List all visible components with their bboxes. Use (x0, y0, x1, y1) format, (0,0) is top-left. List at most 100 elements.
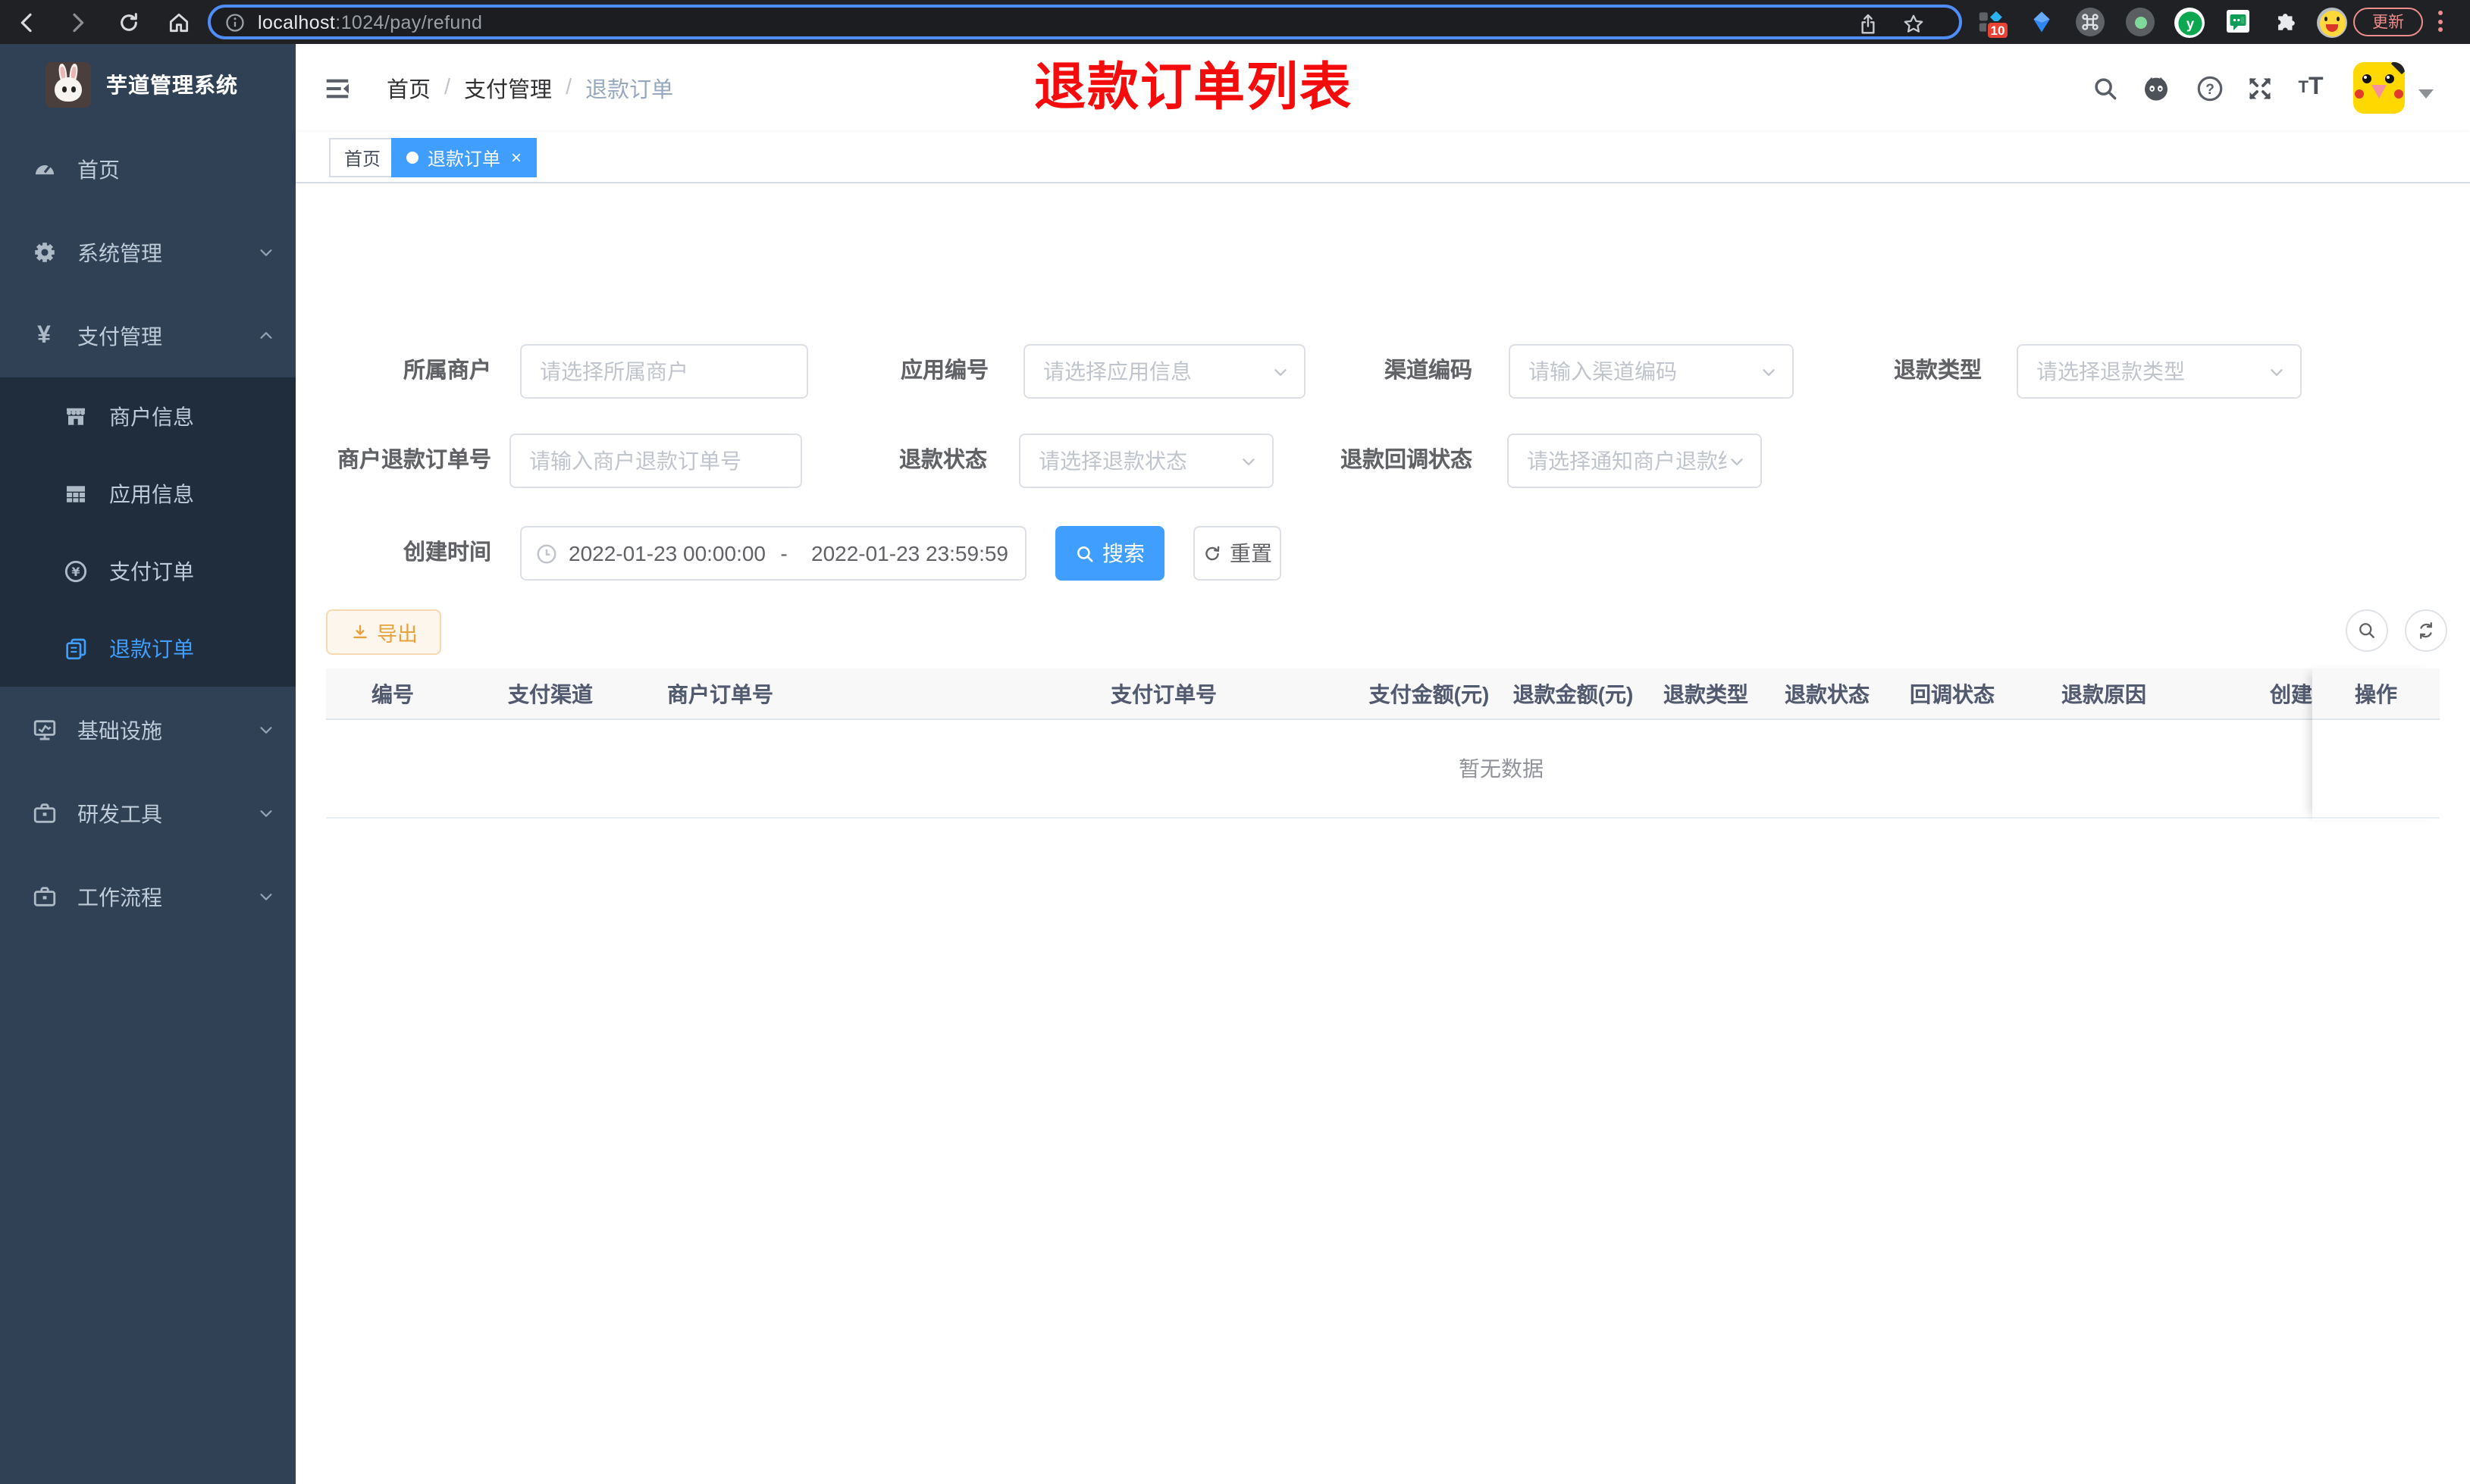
share-icon[interactable] (1856, 12, 1880, 36)
chevron-up-icon (258, 327, 274, 344)
refund-table: 编号 支付渠道 商户订单号 支付订单号 支付金额(元) 退款金额(元) 退款类型… (326, 668, 2440, 819)
notify-status-select[interactable]: 请选择通知商户退款结果的 (1507, 434, 1762, 488)
label-notify-status: 退款回调状态 (1340, 449, 1472, 473)
col-refund-type: 退款类型 (1663, 681, 1748, 706)
col-pay-amount: 支付金额(元) (1368, 681, 1490, 706)
extension-gem-icon[interactable] (2029, 8, 2055, 36)
yen-circle-icon: ¥ (62, 559, 89, 583)
merchant-refund-no-input[interactable] (509, 434, 802, 488)
label-app: 应用编号 (901, 359, 989, 384)
browser-chrome: localhost:1024/pay/refund 10 y 更新 (0, 0, 2470, 44)
app-select[interactable]: 请选择应用信息 (1023, 344, 1306, 399)
extension-raycast-icon[interactable]: 10 (1976, 8, 2009, 39)
help-icon[interactable]: ? (2191, 70, 2227, 106)
table-grid-icon (62, 481, 89, 506)
chevron-down-icon (1727, 452, 1747, 471)
breadcrumb-home[interactable]: 首页 (387, 72, 431, 104)
search-button[interactable]: 搜索 (1055, 526, 1164, 581)
channel-select[interactable]: 请输入渠道编码 (1509, 344, 1794, 399)
label-channel: 渠道编码 (1384, 359, 1472, 384)
range-end[interactable]: 2022-01-23 23:59:59 (811, 541, 1010, 565)
main-area: 首页 / 支付管理 / 退款订单 退款订单列表 ? TT 首页 退款订单 × 所… (296, 44, 2470, 1484)
extension-dot-icon[interactable] (2126, 8, 2155, 36)
tag-home[interactable]: 首页 (329, 138, 397, 177)
sidebar-item-app-info[interactable]: 应用信息 (0, 455, 296, 532)
documents-icon (62, 636, 89, 660)
site-info-icon[interactable] (224, 11, 246, 33)
browser-reload-icon[interactable] (117, 11, 141, 35)
app-logo[interactable]: 芋道管理系统 (0, 44, 296, 126)
col-pay-channel: 支付渠道 (508, 681, 593, 706)
col-action: 操作 (2312, 668, 2440, 720)
sidebar-item-dev-tools[interactable]: 研发工具 (0, 772, 296, 855)
chevron-down-icon (258, 888, 274, 905)
tag-close-icon[interactable]: × (511, 147, 522, 168)
sidebar-item-infra[interactable]: 基础设施 (0, 688, 296, 772)
chevron-down-icon (258, 244, 274, 261)
refresh-button[interactable] (2405, 609, 2447, 652)
extensions-puzzle-icon[interactable] (2273, 8, 2299, 33)
briefcase-icon (30, 884, 58, 909)
active-dot (406, 152, 418, 164)
monitor-icon (30, 717, 58, 743)
browser-home-icon[interactable] (167, 11, 191, 35)
extension-badge: 10 (1986, 21, 2009, 39)
bookmark-star-icon[interactable] (1901, 12, 1926, 36)
reset-button[interactable]: 重置 (1193, 526, 1281, 581)
col-refund-reason: 退款原因 (2061, 681, 2146, 706)
create-time-range-picker[interactable]: 2022-01-23 00:00:00 - 2022-01-23 23:59:5… (520, 526, 1027, 581)
sidebar-collapse-icon[interactable] (317, 68, 356, 108)
user-avatar[interactable] (2353, 62, 2405, 114)
clock-icon (535, 542, 558, 565)
refund-type-select[interactable]: 请选择退款类型 (2017, 344, 2302, 399)
table-empty-row: 暂无数据 (326, 720, 2440, 819)
breadcrumb-pay[interactable]: 支付管理 (464, 72, 552, 104)
chevron-down-icon (258, 805, 274, 822)
sidebar-item-pay[interactable]: ¥ 支付管理 (0, 294, 296, 377)
col-pay-order-no: 支付订单号 (1111, 681, 1217, 706)
tag-refund-order[interactable]: 退款订单 × (391, 138, 538, 177)
sidebar-item-merchant-info[interactable]: 商户信息 (0, 377, 296, 455)
col-callback-status: 回调状态 (1910, 681, 1995, 706)
export-button[interactable]: 导出 (326, 609, 441, 655)
screen: localhost:1024/pay/refund 10 y 更新 芋道管理系统… (0, 0, 2470, 1484)
profile-smiley-icon[interactable] (2317, 8, 2347, 38)
font-size-icon[interactable]: TT (2290, 70, 2332, 106)
browser-back-icon[interactable] (15, 11, 39, 35)
col-merchant-order-no: 商户订单号 (667, 681, 773, 706)
empty-text: 暂无数据 (1459, 756, 1544, 781)
hide-search-button[interactable] (2346, 609, 2388, 652)
breadcrumb: 首页 / 支付管理 / 退款订单 (387, 44, 673, 132)
search-icon[interactable] (2086, 70, 2123, 106)
sidebar-item-system[interactable]: 系统管理 (0, 211, 296, 294)
extension-command-icon[interactable] (2076, 8, 2105, 36)
merchant-input[interactable] (520, 344, 808, 399)
sidebar-item-home[interactable]: 首页 (0, 127, 296, 211)
chevron-down-icon (2267, 362, 2287, 382)
avatar-caret-icon[interactable] (2418, 89, 2434, 99)
browser-update-button[interactable]: 更新 (2353, 8, 2423, 36)
sidebar-item-workflow[interactable]: 工作流程 (0, 855, 296, 938)
toolbox-icon (30, 800, 58, 826)
page-title: 退款订单列表 (1034, 59, 1353, 117)
refund-status-select[interactable]: 请选择退款状态 (1019, 434, 1274, 488)
extension-chat-icon[interactable] (2224, 8, 2252, 35)
sidebar-item-refund-order[interactable]: 退款订单 (0, 609, 296, 687)
col-refund-amount: 退款金额(元) (1512, 681, 1634, 706)
url-text[interactable]: localhost:1024/pay/refund (258, 11, 482, 33)
range-separator: - (780, 541, 788, 565)
label-refund-status: 退款状态 (899, 449, 987, 473)
app-title: 芋道管理系统 (106, 73, 238, 97)
fullscreen-icon[interactable] (2241, 70, 2277, 106)
tags-view: 首页 退款订单 × (296, 132, 2470, 183)
sidebar-item-pay-order[interactable]: ¥ 支付订单 (0, 532, 296, 609)
extension-y-icon[interactable]: y (2174, 8, 2205, 38)
address-bar[interactable]: localhost:1024/pay/refund (208, 5, 1962, 39)
table-header-row: 编号 支付渠道 商户订单号 支付订单号 支付金额(元) 退款金额(元) 退款类型… (326, 668, 2440, 720)
col-refund-status: 退款状态 (1785, 681, 1870, 706)
browser-menu-icon[interactable] (2438, 11, 2443, 36)
github-icon[interactable] (2138, 70, 2174, 106)
range-start[interactable]: 2022-01-23 00:00:00 (569, 541, 767, 565)
browser-forward-icon[interactable] (65, 11, 89, 35)
content: 所属商户 应用编号 请选择应用信息 渠道编码 请输入渠道编码 退款类型 请选择退… (296, 183, 2470, 1484)
